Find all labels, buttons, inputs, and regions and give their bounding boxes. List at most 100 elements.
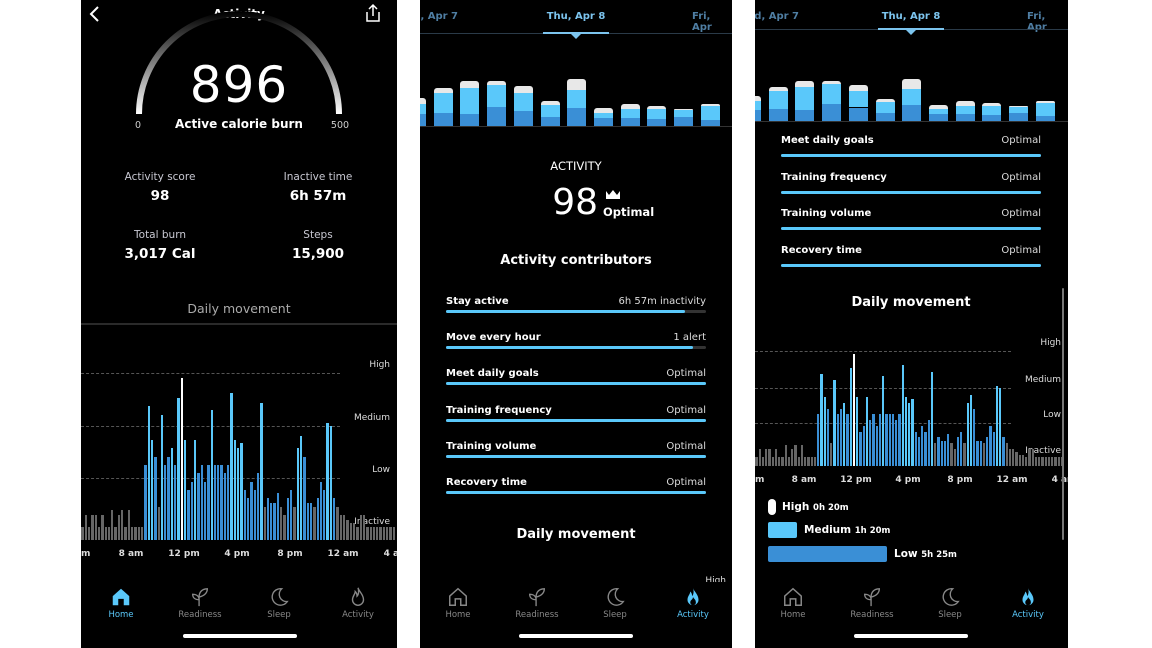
nav-label: Activity [1012, 610, 1044, 620]
flame-icon [1017, 586, 1039, 608]
contributor-training-volume[interactable]: Training volume Optimal [446, 441, 706, 471]
activity-summary-screen: Activity 896 Active calorie burn 0 500 A… [81, 0, 397, 648]
nav-readiness[interactable]: Readiness [168, 586, 232, 620]
nav-sleep[interactable]: Sleep [247, 586, 311, 620]
movement-bar [200, 464, 203, 540]
movement-bar [1044, 456, 1047, 466]
legend-value: 1h 20m [854, 526, 891, 536]
time-axis-label: 4 am [1051, 475, 1068, 485]
nav-home[interactable]: Home [89, 586, 153, 620]
nav-activity[interactable]: Activity [326, 586, 390, 620]
movement-bar [758, 448, 761, 466]
nav-sleep[interactable]: Sleep [583, 586, 647, 620]
movement-bar [137, 526, 140, 540]
movement-bar [843, 402, 846, 466]
movement-bar [804, 456, 807, 466]
movement-bar [237, 448, 240, 540]
weekly-bar-segment [674, 110, 693, 117]
nav-home[interactable]: Home [426, 586, 490, 620]
movement-bar [755, 456, 758, 466]
movement-bar [973, 408, 976, 466]
movement-bar [1008, 448, 1012, 466]
contributor-stay-active[interactable]: Stay active 6h 57m inactivity [446, 296, 706, 326]
time-axis-label: 12 pm [168, 549, 200, 559]
movement-bar [826, 408, 830, 466]
contributor-label: Move every hour [446, 332, 541, 343]
legend-high-swatch [768, 499, 776, 515]
contributor-recovery-time[interactable]: Recovery time Optimal [446, 477, 706, 507]
movement-bar [774, 448, 778, 466]
weekly-bar-segment [647, 119, 667, 126]
movement-bar [260, 403, 263, 540]
movement-bar [326, 423, 329, 540]
movement-bar [323, 489, 326, 540]
weekly-activity-bars [420, 0, 732, 130]
movement-bar [154, 456, 157, 540]
movement-bar [784, 445, 787, 466]
crown-icon [606, 190, 620, 199]
nav-readiness[interactable]: Readiness [505, 586, 569, 620]
contributor-label: Training frequency [446, 405, 552, 416]
movement-bar [164, 464, 167, 540]
contributor-bar [446, 310, 706, 313]
contributors-title: Activity contributors [500, 253, 652, 268]
movement-bar [797, 456, 800, 466]
nav-activity[interactable]: Activity [661, 586, 725, 620]
level-label-medium: Medium [1025, 374, 1061, 385]
movement-bar [1021, 454, 1025, 466]
contributor-meet-daily-goals[interactable]: Meet daily goals Optimal [446, 368, 706, 398]
contributor-bar-fill [446, 455, 706, 458]
contributor-bar [446, 382, 706, 385]
movement-bar [872, 414, 875, 466]
time-axis-label: 8 pm [277, 549, 303, 559]
home-icon [110, 586, 132, 608]
movement-bar [366, 526, 369, 540]
movement-bar [930, 371, 934, 466]
home-indicator [183, 634, 297, 638]
weekly-bar-segment [567, 90, 587, 108]
movement-bar [761, 456, 765, 466]
nav-sleep[interactable]: Sleep [918, 586, 982, 620]
movement-bar [989, 425, 992, 466]
weekly-bar-segment [700, 106, 720, 120]
movement-bar [177, 398, 180, 540]
weekly-bar-segment [593, 118, 613, 126]
nav-label: Home [445, 610, 471, 620]
level-label-high: High [369, 360, 390, 370]
contributor-move-every-hour[interactable]: Move every hour 1 alert [446, 332, 706, 362]
movement-bar [84, 514, 87, 540]
movement-bar [895, 420, 898, 466]
weekly-bar-segment [420, 104, 426, 114]
movement-bar [372, 526, 376, 540]
weekly-bar-segment [567, 79, 587, 90]
contributor-training-frequency[interactable]: Training frequency Optimal [446, 405, 706, 435]
movement-bar [901, 364, 904, 466]
movement-bar [1057, 456, 1060, 466]
sprout-icon [861, 586, 883, 608]
movement-bar [127, 509, 130, 540]
contributor-bar-fill [446, 346, 693, 349]
movement-bar [170, 448, 174, 540]
movement-bar [999, 387, 1002, 466]
nav-home[interactable]: Home [761, 586, 825, 620]
movement-bar [950, 443, 953, 466]
movement-bar [124, 526, 127, 540]
time-axis-label: 12 am [327, 549, 359, 559]
movement-bar [160, 414, 164, 540]
nav-readiness[interactable]: Readiness [840, 586, 904, 620]
level-gridline [81, 373, 340, 374]
level-label-medium: Medium [354, 413, 390, 424]
scrollbar[interactable] [1062, 288, 1064, 540]
movement-bar [1041, 456, 1044, 466]
movement-bar [869, 420, 872, 466]
movement-bar [1028, 448, 1031, 466]
nav-activity[interactable]: Activity [996, 586, 1060, 620]
movement-bar [1054, 456, 1057, 466]
movement-bar [791, 448, 794, 466]
movement-bar [174, 464, 177, 540]
movement-bar [117, 514, 121, 540]
movement-bar [339, 514, 342, 540]
contributor-bar-fill [446, 382, 706, 385]
activity-detail-scrolled-screen: d, Apr 7 Thu, Apr 8 Fri, Apr Meet daily … [755, 0, 1068, 648]
movement-bar [114, 526, 117, 540]
